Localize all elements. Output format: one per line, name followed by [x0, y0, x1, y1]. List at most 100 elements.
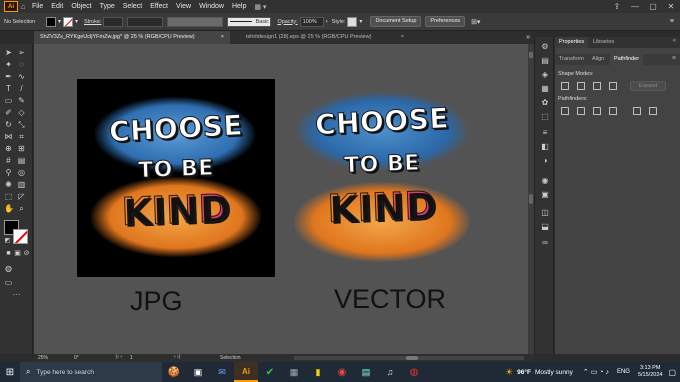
gradient-mode-icon[interactable]: ▣ — [13, 249, 22, 258]
menu-select[interactable]: Select — [119, 3, 146, 10]
rotate-tool-icon[interactable]: ↻ — [4, 120, 13, 129]
stroke-profile-field[interactable] — [167, 16, 224, 27]
menu-help[interactable]: Help — [228, 3, 250, 10]
blend-tool-icon[interactable]: ◎ — [17, 168, 26, 177]
chrome-icon[interactable]: ◉ — [330, 367, 354, 378]
taskbar-search[interactable]: ⌕ Type here to search — [20, 362, 162, 382]
horizontal-scrollbar[interactable] — [294, 356, 524, 360]
none-mode-icon[interactable]: ⊘ — [22, 249, 31, 258]
artboard-nav-icon[interactable]: |‹ ‹ — [116, 354, 122, 360]
width-tool-icon[interactable]: ⋈ — [4, 132, 13, 141]
hand-tool-icon[interactable]: ✋ — [4, 204, 14, 213]
lasso-tool-icon[interactable]: ◌ — [17, 60, 26, 69]
input-language[interactable]: ENG — [617, 369, 630, 375]
default-colors-icon[interactable]: ◩ — [3, 237, 12, 246]
weather-desc[interactable]: Mostly sunny — [535, 369, 573, 376]
libraries-icon[interactable]: ⚙ — [540, 43, 550, 51]
pen-tool-icon[interactable]: ✒ — [4, 72, 13, 81]
artboard-number[interactable]: 1 — [130, 355, 133, 361]
symbol-sprayer-tool-icon[interactable]: ✺ — [4, 180, 13, 189]
direct-selection-tool-icon[interactable]: ➢ — [17, 48, 26, 57]
mesh-tool-icon[interactable]: # — [4, 156, 13, 165]
divide-icon[interactable] — [561, 107, 569, 115]
fill-swatch[interactable] — [46, 16, 56, 27]
paintbrush-tool-icon[interactable]: ✎ — [17, 96, 26, 105]
stroke-label[interactable]: Stroke: — [84, 19, 101, 25]
share-icon[interactable]: ⇪ — [608, 2, 626, 11]
scroll-up-arrow-icon[interactable] — [529, 52, 533, 58]
exclude-icon[interactable] — [609, 82, 617, 90]
menu-window[interactable]: Window — [195, 3, 228, 10]
tabs-overflow-icon[interactable]: » — [526, 31, 530, 44]
arrange-icon[interactable]: ⊞▾ — [471, 18, 480, 26]
tab-libraries[interactable]: Libraries — [589, 37, 618, 48]
minus-back-icon[interactable] — [649, 107, 657, 115]
record-app-icon[interactable]: ◍ — [402, 367, 426, 378]
minimize-icon[interactable]: — — [626, 2, 644, 11]
scale-tool-icon[interactable]: ⤡ — [17, 120, 26, 129]
sticky-notes-icon[interactable]: ▮ — [306, 367, 330, 378]
task-view-icon[interactable]: ▣ — [186, 367, 210, 378]
opacity-field[interactable]: 100% — [299, 16, 324, 27]
symbols-icon[interactable]: ⬚ — [540, 113, 550, 121]
line-tool-icon[interactable]: / — [17, 84, 26, 93]
draw-mode-icon[interactable]: ◍ — [4, 264, 13, 273]
file-explorer-icon[interactable]: ▦ — [282, 367, 306, 378]
panel-menu-icon[interactable]: ≡ — [672, 55, 676, 62]
type-tool-icon[interactable]: T — [4, 84, 13, 93]
menu-file[interactable]: File — [28, 3, 47, 10]
stroke-swatch[interactable] — [63, 16, 74, 27]
more-tools-icon[interactable]: ··· — [12, 290, 21, 299]
asset-export-icon[interactable]: ⬓ — [540, 223, 550, 231]
maximize-icon[interactable]: ▢ — [644, 2, 662, 11]
brush-field[interactable]: Basic — [227, 16, 272, 27]
tab-pathfinder[interactable]: Pathfinder — [610, 54, 644, 65]
workspace-icon[interactable]: ▦ ▾ — [254, 3, 266, 11]
properties-icon[interactable]: ▤ — [540, 57, 550, 65]
zoom-tool-icon[interactable]: ⌕ — [17, 204, 26, 213]
style-swatch[interactable] — [347, 16, 358, 27]
free-transform-tool-icon[interactable]: ⌗ — [17, 132, 26, 141]
swatches-icon[interactable]: ▦ — [540, 85, 550, 93]
appearance-icon[interactable]: ◉ — [540, 177, 550, 185]
curvature-tool-icon[interactable]: ∿ — [17, 72, 26, 81]
tab-transform[interactable]: Transform — [555, 54, 588, 65]
rotation-value[interactable]: 0° — [74, 355, 79, 361]
notifications-icon[interactable]: ▢ — [668, 368, 676, 377]
links-icon[interactable]: ∞ — [540, 239, 550, 247]
variable-width-field[interactable] — [127, 16, 164, 27]
tab-align[interactable]: Align — [588, 54, 608, 65]
screen-mode-icon[interactable]: ▭ — [4, 278, 13, 287]
checkmark-app-icon[interactable]: ✔ — [258, 367, 282, 378]
weather-sun-icon[interactable]: ☀ — [505, 367, 513, 378]
artboard-tool-icon[interactable]: ⬚ — [4, 192, 13, 201]
tab-close-icon[interactable]: × — [221, 31, 224, 44]
tab-close-icon[interactable]: × — [401, 31, 404, 44]
panel-collapse-icon[interactable]: « — [673, 38, 676, 44]
magic-wand-tool-icon[interactable]: ✦ — [4, 60, 13, 69]
artboard-next-icon[interactable]: › ›| — [174, 354, 180, 360]
tray-icons[interactable]: ⌃ ▭ ◔ ♪ — [583, 368, 609, 376]
selection-tool-icon[interactable]: ➤ — [4, 48, 13, 57]
fill-dropdown-icon[interactable]: ▾ — [58, 18, 61, 25]
stroke-color-swatch[interactable] — [13, 229, 28, 244]
gradient-icon[interactable]: ◧ — [540, 143, 550, 151]
menu-object[interactable]: Object — [67, 3, 95, 10]
expand-button[interactable]: Expand — [630, 81, 666, 91]
color-mode-icon[interactable]: ■ — [4, 249, 13, 258]
app-icon[interactable]: ▤ — [354, 367, 378, 378]
tab-properties[interactable]: Properties — [555, 37, 589, 48]
eraser-tool-icon[interactable]: ◇ — [17, 108, 26, 117]
artboards-icon[interactable]: ◫ — [540, 209, 550, 217]
weather-temp[interactable]: 96°F — [517, 369, 531, 376]
windows-start-icon[interactable]: ⊞ — [0, 367, 20, 378]
stroke-dropdown-icon[interactable]: ▾ — [75, 18, 78, 25]
trim-icon[interactable] — [577, 107, 585, 115]
menu-effect[interactable]: Effect — [146, 3, 172, 10]
crop-icon[interactable] — [609, 107, 617, 115]
tab-jpg-document[interactable]: ShZV3Zs_RYKgeUcljYFmZw.jpg* @ 25 % (RGB/… — [34, 31, 230, 44]
gradient-tool-icon[interactable]: ▤ — [17, 156, 26, 165]
vector-artwork[interactable]: CHOOSE TO BE KIND — [292, 86, 472, 266]
media-app-icon[interactable]: ♫ — [378, 367, 402, 377]
stroke-icon[interactable]: ≡ — [540, 129, 550, 137]
